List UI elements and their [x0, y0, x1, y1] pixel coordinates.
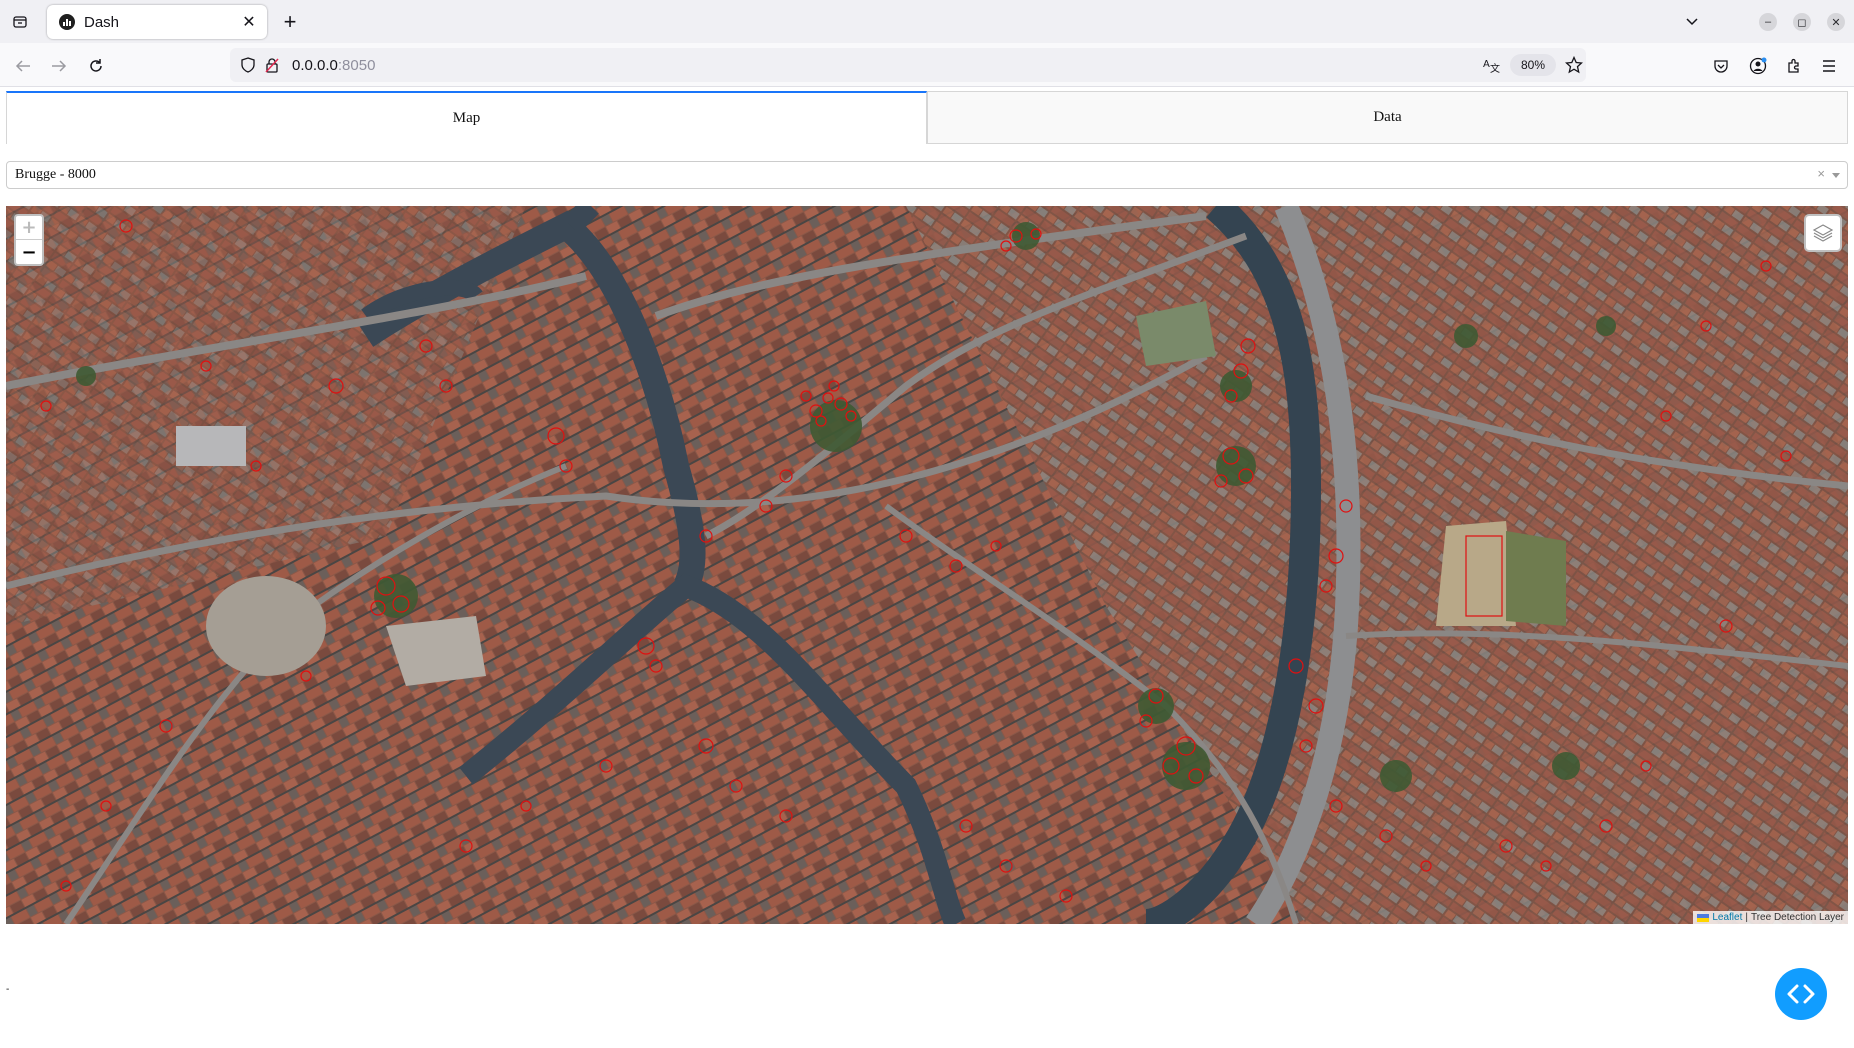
svg-text:文: 文: [1490, 62, 1500, 74]
zoom-level-badge[interactable]: 80%: [1510, 54, 1556, 76]
map-zoom-control: + −: [14, 214, 44, 266]
location-dropdown-value: Brugge - 8000: [15, 167, 96, 182]
clear-selection-icon[interactable]: ×: [1817, 166, 1825, 181]
close-tab-icon[interactable]: ✕: [237, 10, 261, 34]
footer-text: -: [6, 984, 10, 995]
close-window-button[interactable]: ✕: [1824, 10, 1848, 34]
aerial-imagery: [6, 206, 1848, 924]
new-tab-icon[interactable]: +: [278, 9, 302, 34]
dash-debug-menu-button[interactable]: [1775, 968, 1827, 1020]
attribution-layer-name: Tree Detection Layer: [1750, 912, 1844, 923]
reload-icon[interactable]: [83, 53, 109, 79]
insecure-lock-icon[interactable]: [264, 57, 280, 78]
layers-control-button[interactable]: [1804, 214, 1842, 252]
bookmark-star-icon[interactable]: [1564, 55, 1584, 79]
map-container[interactable]: + − Leaflet | Tree Detection Layer: [6, 206, 1848, 924]
map-attribution: Leaflet | Tree Detection Layer: [1693, 911, 1848, 924]
browser-nav-bar: 0.0.0.0:8050 A文 80%: [0, 43, 1854, 87]
tab-list-icon[interactable]: [8, 10, 32, 34]
url-text[interactable]: 0.0.0.0:8050: [292, 57, 375, 74]
account-icon[interactable]: [1745, 53, 1771, 79]
menu-hamburger-icon[interactable]: [1816, 53, 1842, 79]
zoom-in-button[interactable]: +: [16, 216, 42, 240]
url-bar[interactable]: 0.0.0.0:8050 A文 80%: [230, 48, 1586, 82]
app-tabs: Map Data: [6, 91, 1848, 144]
chevron-down-icon[interactable]: [1680, 10, 1704, 34]
translate-icon[interactable]: A文: [1482, 56, 1500, 79]
forward-arrow-icon[interactable]: [46, 53, 72, 79]
browser-tab-bar: Dash ✕ + – ◻ ✕: [0, 0, 1854, 43]
extensions-icon[interactable]: [1781, 53, 1807, 79]
browser-tab[interactable]: Dash ✕: [47, 5, 267, 39]
tab-data[interactable]: Data: [927, 91, 1848, 144]
back-arrow-icon[interactable]: [10, 53, 36, 79]
zoom-out-button[interactable]: −: [16, 240, 42, 264]
code-brackets-icon: [1787, 984, 1815, 1004]
attribution-separator: |: [1745, 912, 1748, 923]
ukraine-flag-icon: [1697, 913, 1710, 922]
layers-icon: [1812, 224, 1834, 242]
tab-map[interactable]: Map: [6, 91, 927, 144]
url-host: 0.0.0.0: [292, 57, 338, 74]
browser-tab-title: Dash: [84, 13, 120, 31]
dropdown-arrow-icon[interactable]: [1832, 173, 1840, 178]
url-port: :8050: [337, 57, 376, 74]
shield-icon[interactable]: [240, 57, 256, 78]
svg-text:A: A: [1483, 59, 1490, 70]
location-dropdown[interactable]: Brugge - 8000 ×: [6, 161, 1848, 189]
pocket-icon[interactable]: [1708, 53, 1734, 79]
minimize-window-button[interactable]: –: [1756, 10, 1780, 34]
restore-window-button[interactable]: ◻: [1790, 10, 1814, 34]
dash-favicon-icon: [59, 14, 75, 30]
leaflet-link[interactable]: Leaflet: [1712, 912, 1742, 923]
